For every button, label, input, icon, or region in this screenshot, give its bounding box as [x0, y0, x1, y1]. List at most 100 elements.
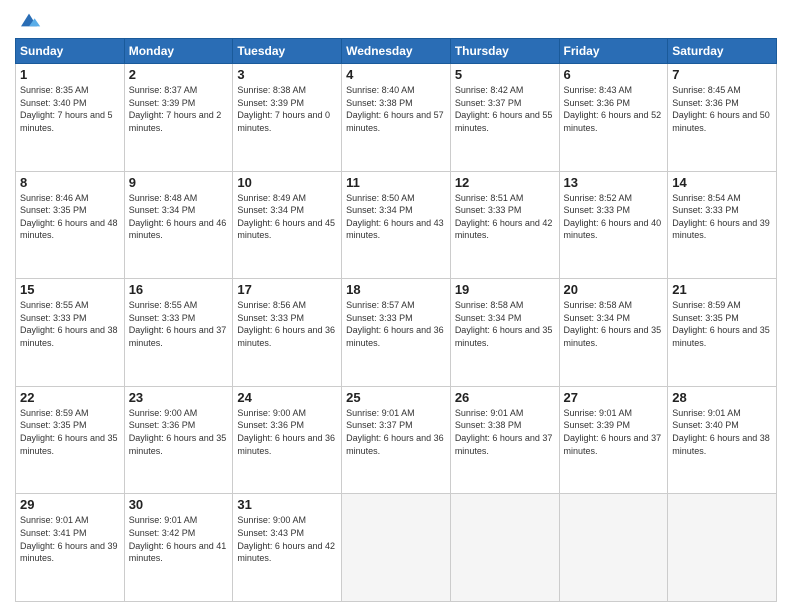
cell-info: Sunrise: 9:01 AMSunset: 3:40 PMDaylight:… [672, 407, 772, 457]
day-number: 23 [129, 390, 229, 405]
table-row: 25 Sunrise: 9:01 AMSunset: 3:37 PMDaylig… [342, 386, 451, 494]
day-number: 24 [237, 390, 337, 405]
table-row: 4 Sunrise: 8:40 AMSunset: 3:38 PMDayligh… [342, 64, 451, 172]
table-row: 29 Sunrise: 9:01 AMSunset: 3:41 PMDaylig… [16, 494, 125, 602]
table-row [342, 494, 451, 602]
calendar-row: 22 Sunrise: 8:59 AMSunset: 3:35 PMDaylig… [16, 386, 777, 494]
cell-info: Sunrise: 8:55 AMSunset: 3:33 PMDaylight:… [20, 299, 120, 349]
cell-info: Sunrise: 8:38 AMSunset: 3:39 PMDaylight:… [237, 84, 337, 134]
table-row: 12 Sunrise: 8:51 AMSunset: 3:33 PMDaylig… [450, 171, 559, 279]
day-number: 6 [564, 67, 664, 82]
table-row: 10 Sunrise: 8:49 AMSunset: 3:34 PMDaylig… [233, 171, 342, 279]
table-row: 31 Sunrise: 9:00 AMSunset: 3:43 PMDaylig… [233, 494, 342, 602]
table-row: 14 Sunrise: 8:54 AMSunset: 3:33 PMDaylig… [668, 171, 777, 279]
cell-info: Sunrise: 8:59 AMSunset: 3:35 PMDaylight:… [672, 299, 772, 349]
table-row: 13 Sunrise: 8:52 AMSunset: 3:33 PMDaylig… [559, 171, 668, 279]
day-number: 12 [455, 175, 555, 190]
cell-info: Sunrise: 8:43 AMSunset: 3:36 PMDaylight:… [564, 84, 664, 134]
cell-info: Sunrise: 8:35 AMSunset: 3:40 PMDaylight:… [20, 84, 120, 134]
cell-info: Sunrise: 8:51 AMSunset: 3:33 PMDaylight:… [455, 192, 555, 242]
table-row: 9 Sunrise: 8:48 AMSunset: 3:34 PMDayligh… [124, 171, 233, 279]
cell-info: Sunrise: 8:59 AMSunset: 3:35 PMDaylight:… [20, 407, 120, 457]
day-number: 13 [564, 175, 664, 190]
table-row: 2 Sunrise: 8:37 AMSunset: 3:39 PMDayligh… [124, 64, 233, 172]
table-row: 16 Sunrise: 8:55 AMSunset: 3:33 PMDaylig… [124, 279, 233, 387]
day-number: 2 [129, 67, 229, 82]
day-number: 27 [564, 390, 664, 405]
table-row: 15 Sunrise: 8:55 AMSunset: 3:33 PMDaylig… [16, 279, 125, 387]
table-row: 24 Sunrise: 9:00 AMSunset: 3:36 PMDaylig… [233, 386, 342, 494]
day-number: 31 [237, 497, 337, 512]
table-row: 1 Sunrise: 8:35 AMSunset: 3:40 PMDayligh… [16, 64, 125, 172]
day-number: 5 [455, 67, 555, 82]
day-number: 8 [20, 175, 120, 190]
cell-info: Sunrise: 9:01 AMSunset: 3:38 PMDaylight:… [455, 407, 555, 457]
weekday-header-row: Sunday Monday Tuesday Wednesday Thursday… [16, 39, 777, 64]
table-row [668, 494, 777, 602]
day-number: 16 [129, 282, 229, 297]
table-row [559, 494, 668, 602]
day-number: 26 [455, 390, 555, 405]
table-row: 3 Sunrise: 8:38 AMSunset: 3:39 PMDayligh… [233, 64, 342, 172]
cell-info: Sunrise: 9:01 AMSunset: 3:41 PMDaylight:… [20, 514, 120, 564]
cell-info: Sunrise: 8:46 AMSunset: 3:35 PMDaylight:… [20, 192, 120, 242]
calendar: Sunday Monday Tuesday Wednesday Thursday… [15, 38, 777, 602]
cell-info: Sunrise: 8:42 AMSunset: 3:37 PMDaylight:… [455, 84, 555, 134]
day-number: 9 [129, 175, 229, 190]
cell-info: Sunrise: 9:01 AMSunset: 3:42 PMDaylight:… [129, 514, 229, 564]
table-row: 17 Sunrise: 8:56 AMSunset: 3:33 PMDaylig… [233, 279, 342, 387]
cell-info: Sunrise: 8:48 AMSunset: 3:34 PMDaylight:… [129, 192, 229, 242]
calendar-row: 8 Sunrise: 8:46 AMSunset: 3:35 PMDayligh… [16, 171, 777, 279]
table-row [450, 494, 559, 602]
day-number: 30 [129, 497, 229, 512]
cell-info: Sunrise: 8:37 AMSunset: 3:39 PMDaylight:… [129, 84, 229, 134]
calendar-row: 29 Sunrise: 9:01 AMSunset: 3:41 PMDaylig… [16, 494, 777, 602]
header-thursday: Thursday [450, 39, 559, 64]
cell-info: Sunrise: 8:45 AMSunset: 3:36 PMDaylight:… [672, 84, 772, 134]
cell-info: Sunrise: 9:00 AMSunset: 3:36 PMDaylight:… [129, 407, 229, 457]
cell-info: Sunrise: 8:56 AMSunset: 3:33 PMDaylight:… [237, 299, 337, 349]
table-row: 21 Sunrise: 8:59 AMSunset: 3:35 PMDaylig… [668, 279, 777, 387]
table-row: 18 Sunrise: 8:57 AMSunset: 3:33 PMDaylig… [342, 279, 451, 387]
header-monday: Monday [124, 39, 233, 64]
day-number: 25 [346, 390, 446, 405]
day-number: 7 [672, 67, 772, 82]
day-number: 15 [20, 282, 120, 297]
table-row: 19 Sunrise: 8:58 AMSunset: 3:34 PMDaylig… [450, 279, 559, 387]
calendar-row: 15 Sunrise: 8:55 AMSunset: 3:33 PMDaylig… [16, 279, 777, 387]
day-number: 1 [20, 67, 120, 82]
table-row: 26 Sunrise: 9:01 AMSunset: 3:38 PMDaylig… [450, 386, 559, 494]
header-tuesday: Tuesday [233, 39, 342, 64]
table-row: 5 Sunrise: 8:42 AMSunset: 3:37 PMDayligh… [450, 64, 559, 172]
table-row: 6 Sunrise: 8:43 AMSunset: 3:36 PMDayligh… [559, 64, 668, 172]
day-number: 11 [346, 175, 446, 190]
cell-info: Sunrise: 8:49 AMSunset: 3:34 PMDaylight:… [237, 192, 337, 242]
cell-info: Sunrise: 8:54 AMSunset: 3:33 PMDaylight:… [672, 192, 772, 242]
table-row: 7 Sunrise: 8:45 AMSunset: 3:36 PMDayligh… [668, 64, 777, 172]
day-number: 29 [20, 497, 120, 512]
table-row: 20 Sunrise: 8:58 AMSunset: 3:34 PMDaylig… [559, 279, 668, 387]
calendar-row: 1 Sunrise: 8:35 AMSunset: 3:40 PMDayligh… [16, 64, 777, 172]
day-number: 3 [237, 67, 337, 82]
day-number: 22 [20, 390, 120, 405]
day-number: 4 [346, 67, 446, 82]
logo-text [15, 10, 41, 30]
day-number: 17 [237, 282, 337, 297]
cell-info: Sunrise: 8:40 AMSunset: 3:38 PMDaylight:… [346, 84, 446, 134]
logo [15, 10, 41, 30]
table-row: 30 Sunrise: 9:01 AMSunset: 3:42 PMDaylig… [124, 494, 233, 602]
table-row: 28 Sunrise: 9:01 AMSunset: 3:40 PMDaylig… [668, 386, 777, 494]
day-number: 19 [455, 282, 555, 297]
cell-info: Sunrise: 8:57 AMSunset: 3:33 PMDaylight:… [346, 299, 446, 349]
logo-icon [17, 10, 41, 30]
header-friday: Friday [559, 39, 668, 64]
cell-info: Sunrise: 8:52 AMSunset: 3:33 PMDaylight:… [564, 192, 664, 242]
day-number: 14 [672, 175, 772, 190]
day-number: 20 [564, 282, 664, 297]
header-wednesday: Wednesday [342, 39, 451, 64]
cell-info: Sunrise: 8:50 AMSunset: 3:34 PMDaylight:… [346, 192, 446, 242]
table-row: 27 Sunrise: 9:01 AMSunset: 3:39 PMDaylig… [559, 386, 668, 494]
page: Sunday Monday Tuesday Wednesday Thursday… [0, 0, 792, 612]
header [15, 10, 777, 30]
day-number: 21 [672, 282, 772, 297]
